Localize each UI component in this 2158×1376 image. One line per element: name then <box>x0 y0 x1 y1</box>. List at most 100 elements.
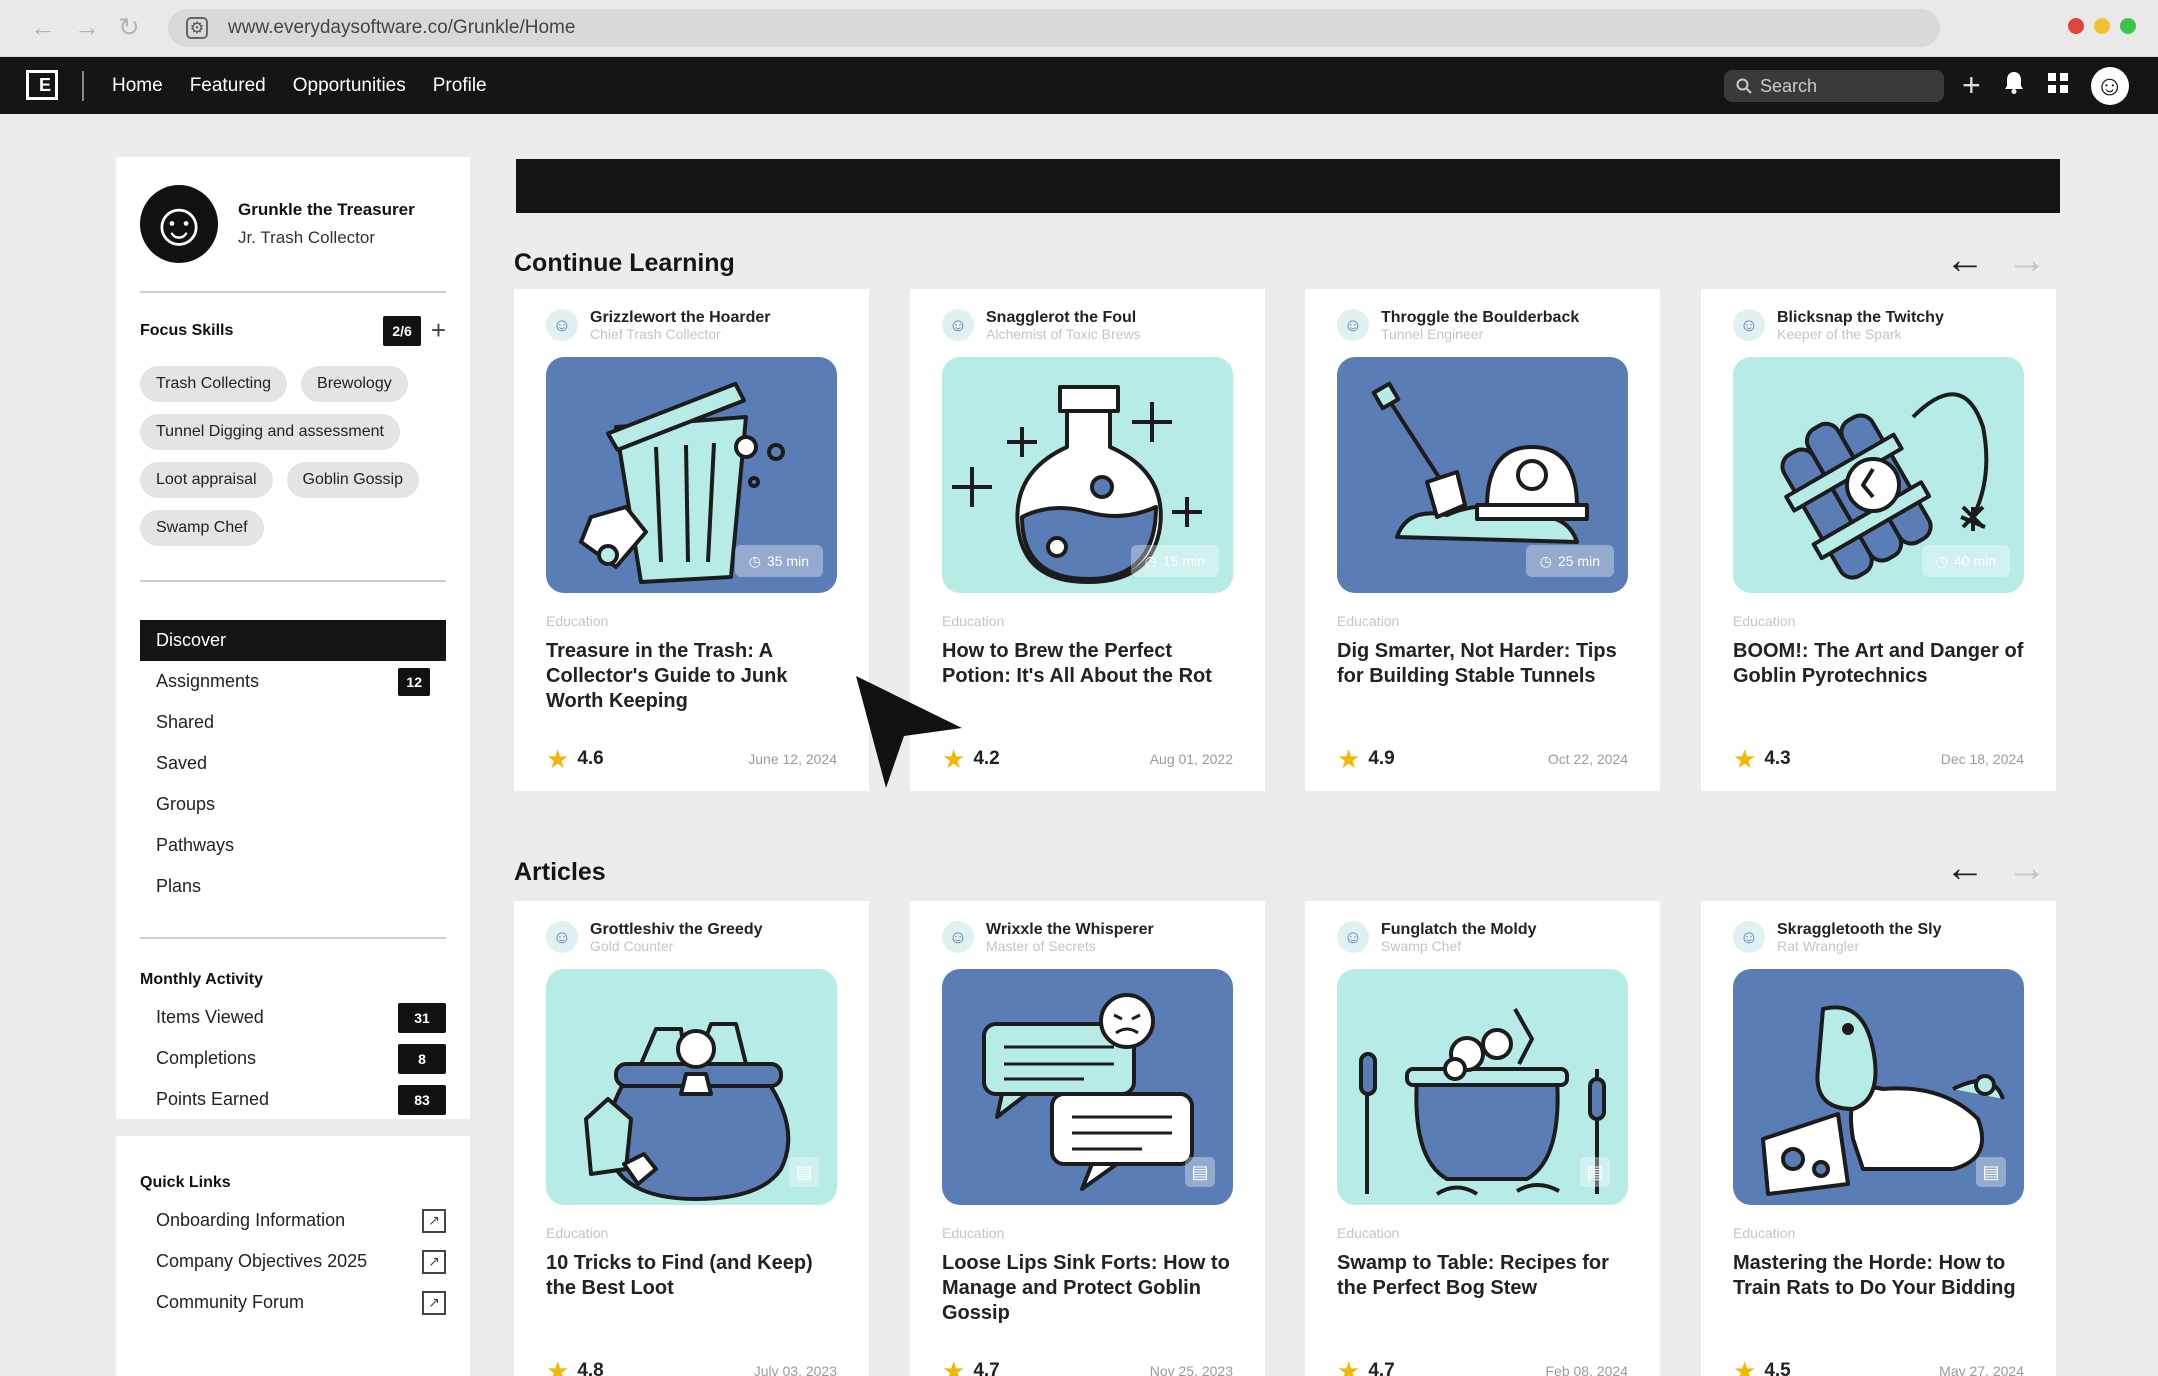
card-title[interactable]: BOOM!: The Art and Danger of Goblin Pyro… <box>1733 639 2024 717</box>
bell-icon[interactable] <box>2003 70 2025 101</box>
card-thumbnail[interactable]: ▤ <box>1733 969 2024 1205</box>
sidebar-item-pathways[interactable]: Pathways <box>140 825 446 866</box>
add-icon[interactable]: + <box>1962 67 1981 104</box>
sidebar-item-shared[interactable]: Shared <box>140 702 446 743</box>
card-author: ☺ Grizzlewort the Hoarder Chief Trash Coll… <box>546 289 837 357</box>
card-author: ☺ Blicksnap the Twitchy Keeper of the Spar… <box>1733 289 2024 357</box>
card-author: ☺ Funglatch the Moldy Swamp Chef <box>1337 901 1628 969</box>
author-avatar-icon: ☺ <box>1337 309 1369 341</box>
activity-value: 31 <box>398 1002 446 1033</box>
card-thumbnail[interactable]: ◷ 40 min <box>1733 357 2024 593</box>
skill-chip[interactable]: Brewology <box>301 366 408 402</box>
card-date: July 03, 2023 <box>753 1363 837 1376</box>
nav-featured[interactable]: Featured <box>190 75 266 97</box>
skill-chip[interactable]: Swamp Chef <box>140 510 264 546</box>
sidebar-item-plans[interactable]: Plans <box>140 866 446 907</box>
search-input[interactable]: Search <box>1724 70 1944 102</box>
minimize-window-icon[interactable] <box>2094 18 2110 34</box>
document-icon: ▤ <box>789 1157 819 1187</box>
nav-home[interactable]: Home <box>112 75 163 97</box>
clock-icon: ◷ <box>1539 552 1552 569</box>
card-footer: ★ 4.7 Nov 25, 2023 <box>942 1349 1233 1376</box>
carousel-next-icon[interactable]: → <box>2007 848 2047 888</box>
back-icon[interactable]: ← <box>30 12 56 43</box>
skill-chip[interactable]: Loot appraisal <box>140 462 273 498</box>
forward-icon[interactable]: → <box>74 12 100 43</box>
content-card[interactable]: ☺ Blicksnap the Twitchy Keeper of the Spar… <box>1701 289 2056 791</box>
external-link-icon: ↗ <box>422 1290 446 1315</box>
site-settings-icon[interactable]: ⚙ <box>186 17 208 39</box>
sidebar-menu: Discover Assignments 12 Shared Saved Grou… <box>140 620 446 939</box>
card-title[interactable]: Swamp to Table: Recipes for the Perfect … <box>1337 1251 1628 1329</box>
app-logo-icon[interactable]: E <box>26 70 58 100</box>
carousel-prev-icon[interactable]: ← <box>1945 848 1985 888</box>
quick-link-onboarding[interactable]: Onboarding Information ↗ <box>140 1200 446 1241</box>
add-skill-icon[interactable]: + <box>431 315 446 346</box>
content-card[interactable]: ☺ Grottleshiv the Greedy Gold Counter ▤ Edu… <box>514 901 869 1376</box>
activity-row: Completions 8 <box>140 1038 446 1079</box>
content-card[interactable]: ☺ Throggle the Boulderback Tunnel Engineer… <box>1305 289 1660 791</box>
card-title[interactable]: Dig Smarter, Not Harder: Tips for Buildi… <box>1337 639 1628 717</box>
skill-chip[interactable]: Trash Collecting <box>140 366 288 402</box>
carousel-next-icon[interactable]: → <box>2007 240 2047 280</box>
skill-chip[interactable]: Tunnel Digging and assessment <box>140 414 400 450</box>
nav-opportunities[interactable]: Opportunities <box>293 75 406 97</box>
card-thumbnail[interactable]: ◷ 15 min <box>942 357 1233 593</box>
card-thumbnail[interactable]: ◷ 25 min <box>1337 357 1628 593</box>
duration-text: 15 min <box>1162 553 1205 569</box>
card-title[interactable]: 10 Tricks to Find (and Keep) the Best Lo… <box>546 1251 837 1329</box>
sidebar-item-groups[interactable]: Groups <box>140 784 446 825</box>
author-name: Snagglerot the Foul <box>986 308 1137 326</box>
card-thumbnail[interactable]: ▤ <box>1337 969 1628 1205</box>
quick-links-panel: Quick Links Onboarding Information ↗ Comp… <box>116 1136 470 1376</box>
star-icon: ★ <box>1337 743 1361 774</box>
card-footer: ★ 4.3 Dec 18, 2024 <box>1733 737 2024 781</box>
card-thumbnail[interactable]: ◷ 35 min <box>546 357 837 593</box>
maximize-window-icon[interactable] <box>2120 18 2136 34</box>
activity-value: 83 <box>398 1084 446 1115</box>
reload-icon[interactable]: ↻ <box>118 12 140 43</box>
author-text: Throggle the Boulderback Tunnel Engineer <box>1381 309 1579 342</box>
carousel-prev-icon[interactable]: ← <box>1945 240 1985 280</box>
skill-chip[interactable]: Goblin Gossip <box>286 462 420 498</box>
card-date: Dec 18, 2024 <box>1940 751 2024 767</box>
quick-link-objectives[interactable]: Company Objectives 2025 ↗ <box>140 1241 446 1282</box>
sidebar-item-label: Assignments <box>156 671 260 691</box>
author-avatar-icon: ☺ <box>1733 921 1765 953</box>
quick-links-title: Quick Links <box>140 1174 231 1191</box>
content-card[interactable]: ☺ Skraggletooth the Sly Rat Wrangler ▤ Educ… <box>1701 901 2056 1376</box>
profile-avatar-icon[interactable]: ☺ <box>140 185 218 263</box>
sidebar-item-assignments[interactable]: Assignments 12 <box>140 661 446 702</box>
quick-link-forum[interactable]: Community Forum ↗ <box>140 1282 446 1323</box>
card-title[interactable]: Loose Lips Sink Forts: How to Manage and… <box>942 1251 1233 1329</box>
content-card[interactable]: ☺ Funglatch the Moldy Swamp Chef ▤ Educatio… <box>1305 901 1660 1376</box>
author-text: Snagglerot the Foul Alchemist of Toxic Br… <box>986 309 1141 342</box>
content-card[interactable]: ☺ Grizzlewort the Hoarder Chief Trash Coll… <box>514 289 869 791</box>
clock-icon: ◷ <box>748 552 761 569</box>
card-title[interactable]: Mastering the Horde: How to Train Rats t… <box>1733 1251 2024 1329</box>
card-date: Feb 08, 2024 <box>1545 1363 1628 1376</box>
author-name: Funglatch the Moldy <box>1381 920 1537 938</box>
star-icon: ★ <box>1733 1355 1757 1376</box>
nav-profile[interactable]: Profile <box>433 75 487 97</box>
document-icon: ▤ <box>1976 1157 2006 1187</box>
url-bar[interactable]: ⚙ www.everydaysoftware.co/Grunkle/Home <box>168 9 1940 47</box>
close-window-icon[interactable] <box>2068 18 2084 34</box>
content-card[interactable]: ☺ Wrixxle the Whisperer Master of Secrets … <box>910 901 1265 1376</box>
duration-text: 40 min <box>1953 553 1996 569</box>
author-role: Swamp Chef <box>1381 937 1462 954</box>
logo-divider <box>82 71 84 101</box>
user-avatar-icon[interactable]: ☺ <box>2090 66 2129 105</box>
apps-grid-icon[interactable] <box>2047 70 2069 101</box>
sidebar-item-saved[interactable]: Saved <box>140 743 446 784</box>
author-role: Gold Counter <box>590 937 674 954</box>
rating-value: 4.7 <box>1368 1360 1395 1376</box>
card-thumbnail[interactable]: ▤ <box>546 969 837 1205</box>
card-title[interactable]: Treasure in the Trash: A Collector's Gui… <box>546 639 837 717</box>
card-thumbnail[interactable]: ▤ <box>942 969 1233 1205</box>
card-title[interactable]: How to Brew the Perfect Potion: It's All… <box>942 639 1233 717</box>
section-title-articles: Articles <box>514 858 606 886</box>
sidebar-item-discover[interactable]: Discover <box>140 620 446 661</box>
star-icon: ★ <box>1337 1355 1361 1376</box>
card-footer: ★ 4.7 Feb 08, 2024 <box>1337 1349 1628 1376</box>
